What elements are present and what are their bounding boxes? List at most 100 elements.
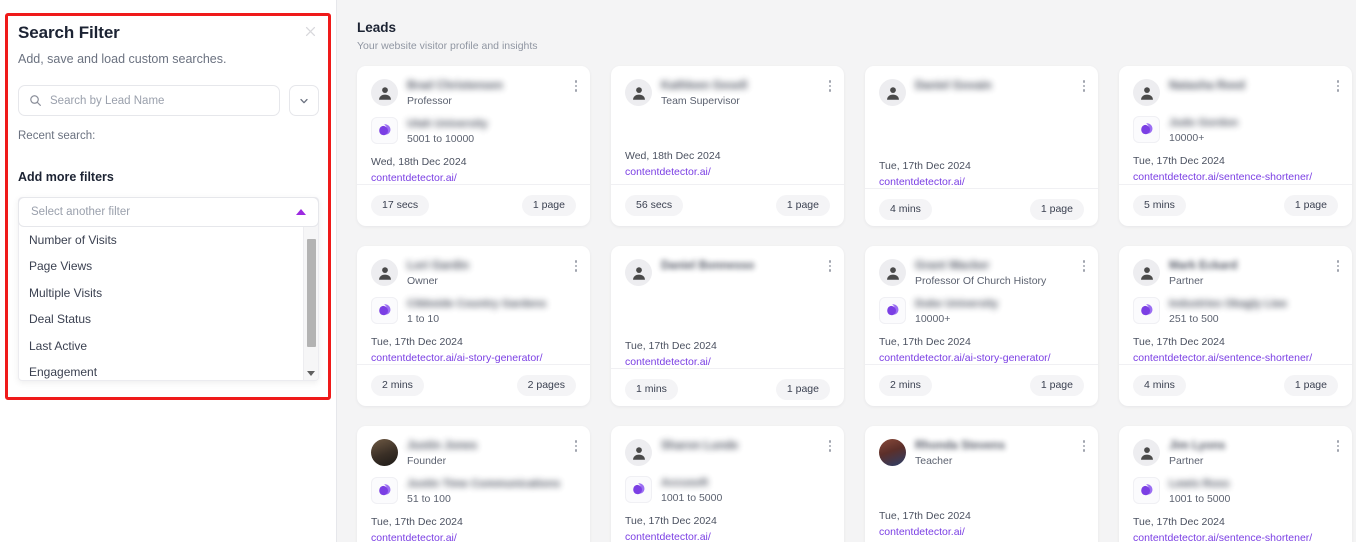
visited-url-link[interactable]: contentdetector.ai/	[625, 531, 830, 542]
visit-date: Tue, 17th Dec 2024	[371, 336, 463, 348]
avatar	[371, 79, 398, 106]
card-meta: Tue, 17th Dec 2024 contentdetector.ai/sen…	[1133, 155, 1338, 183]
company-logo-icon	[625, 476, 652, 503]
lead-card[interactable]: Rhonda Stevens Teacher Tue, 17th Dec 2024 c…	[865, 426, 1098, 542]
visit-date: Tue, 17th Dec 2024	[625, 515, 717, 527]
lead-name: Justin Jones	[407, 440, 478, 452]
person-row: Rhonda Stevens Teacher	[879, 439, 1084, 467]
triangle-up-icon	[296, 209, 306, 215]
company-row: Justin Time Communications 51 to 100	[371, 477, 576, 505]
person-row: Grant Wacker Professor Of Church History	[879, 259, 1084, 287]
lead-name: Daniel Bonnesso	[661, 260, 755, 272]
filter-option[interactable]: Multiple Visits	[19, 280, 303, 307]
page-title: Leads	[357, 20, 397, 35]
scrollbar-thumb[interactable]	[306, 239, 316, 347]
person-text: Mark Eckard Partner	[1169, 259, 1338, 287]
avatar	[1133, 259, 1160, 286]
search-box[interactable]	[18, 85, 280, 116]
lead-name: Natasha Reed	[1169, 80, 1246, 92]
lead-card[interactable]: Sharon Lunde Accusoft 1001 to 5000 Tue, 17t…	[611, 426, 844, 542]
card-footer: 2 mins 2 pages	[357, 364, 590, 406]
lead-card[interactable]: Grant Wacker Professor Of Church History D…	[865, 246, 1098, 406]
company-row: Industries Okagly Ltee 251 to 500	[1133, 297, 1338, 325]
company-spacer-2	[879, 483, 1084, 499]
company-name: Accusoft	[661, 477, 709, 489]
company-size: 251 to 500	[1169, 313, 1219, 325]
lead-card[interactable]: Mark Eckard Partner Industries Okagly Ltee…	[1119, 246, 1352, 406]
lead-card[interactable]: Brad Christensen Professor Utah University…	[357, 66, 590, 226]
company-size: 5001 to 10000	[407, 133, 475, 145]
duration-badge: 2 mins	[371, 375, 424, 396]
visited-url-link[interactable]: contentdetector.ai/	[879, 526, 1084, 538]
company-size: 1001 to 5000	[661, 492, 723, 504]
person-text: Natasha Reed	[1169, 79, 1338, 92]
card-footer: 4 mins 1 page	[865, 188, 1098, 226]
pages-badge: 1 page	[775, 195, 830, 216]
select-another-filter[interactable]: Select another filter	[18, 197, 319, 227]
company-row: Judo Gordon 10000+	[1133, 116, 1338, 144]
filter-option[interactable]: Number of Visits	[19, 227, 303, 254]
company-row: Lewis Ross 1001 to 5000	[1133, 477, 1338, 505]
company-name: Industries Okagly Ltee	[1169, 298, 1287, 310]
lead-card[interactable]: Kathleen Gesell Team Supervisor Wed, 18th …	[611, 66, 844, 226]
search-dropdown-toggle[interactable]	[289, 85, 319, 116]
visited-url-link[interactable]: contentdetector.ai/ai-story-generator/	[371, 352, 576, 364]
filter-option[interactable]: Engagement	[19, 359, 303, 380]
visited-url-link[interactable]: contentdetector.ai/	[371, 532, 576, 542]
company-spacer	[625, 107, 830, 123]
visit-date: Wed, 18th Dec 2024	[371, 156, 467, 168]
search-row	[18, 85, 319, 116]
recent-search-label: Recent search:	[18, 130, 96, 142]
visited-url-link[interactable]: contentdetector.ai/	[625, 356, 830, 368]
lead-name: Brad Christensen	[407, 80, 503, 92]
person-row: Daniel Govain	[879, 79, 1084, 106]
visited-url-link[interactable]: contentdetector.ai/sentence-shortener/	[1133, 352, 1338, 364]
lead-card[interactable]: Justin Jones Founder Justin Time Communica…	[357, 426, 590, 542]
company-name: Lewis Ross	[1169, 478, 1230, 490]
card-footer: 1 mins 1 page	[611, 368, 844, 406]
avatar	[1133, 79, 1160, 106]
lead-card[interactable]: Lori Gardin Owner Cibbside Country Gardens…	[357, 246, 590, 406]
lead-job-title: Founder	[407, 455, 447, 467]
duration-badge: 4 mins	[879, 199, 932, 220]
visit-date: Tue, 17th Dec 2024	[1133, 155, 1225, 167]
card-meta: Wed, 18th Dec 2024 contentdetector.ai/	[625, 150, 830, 178]
duration-badge: 2 mins	[879, 375, 932, 396]
lead-card-body: Kathleen Gesell Team Supervisor Wed, 18th …	[611, 66, 844, 184]
lead-name: Sharon Lunde	[661, 440, 739, 452]
card-meta: Tue, 17th Dec 2024 contentdetector.ai/	[625, 340, 830, 368]
search-input[interactable]	[50, 94, 269, 107]
lead-name: Kathleen Gesell	[661, 80, 748, 92]
lead-card[interactable]: Daniel Bonnesso Tue, 17th Dec 2024 content…	[611, 246, 844, 406]
filter-option[interactable]: Deal Status	[19, 306, 303, 333]
scroll-down-arrow-icon[interactable]	[307, 371, 315, 376]
visited-url-link[interactable]: contentdetector.ai/	[371, 172, 576, 184]
visit-date: Tue, 17th Dec 2024	[879, 160, 971, 172]
visited-url-link[interactable]: contentdetector.ai/	[625, 166, 830, 178]
visited-url-link[interactable]: contentdetector.ai/ai-story-generator/	[879, 352, 1084, 364]
person-row: Justin Jones Founder	[371, 439, 576, 467]
filter-option[interactable]: Last Active	[19, 333, 303, 360]
lead-name: Lori Gardin	[407, 260, 469, 272]
avatar	[625, 439, 652, 466]
lead-card[interactable]: Jim Lyons Partner Lewis Ross 1001 to 5000 Tu…	[1119, 426, 1352, 542]
company-logo-icon	[1133, 297, 1160, 324]
visited-url-link[interactable]: contentdetector.ai/	[879, 176, 1084, 188]
card-meta: Tue, 17th Dec 2024 contentdetector.ai/	[371, 516, 576, 542]
close-icon[interactable]	[299, 20, 321, 42]
person-text: Rhonda Stevens Teacher	[915, 439, 1084, 467]
lead-name: Jim Lyons	[1169, 440, 1226, 452]
visited-url-link[interactable]: contentdetector.ai/sentence-shortener/	[1133, 171, 1338, 183]
app-root: Search Filter Add, save and load custom …	[0, 0, 1356, 542]
scrollbar-track[interactable]	[304, 211, 318, 367]
lead-card-body: Brad Christensen Professor Utah University…	[357, 66, 590, 184]
lead-card[interactable]: Natasha Reed Judo Gordon 10000+ Tue, 17th D…	[1119, 66, 1352, 226]
card-meta: Tue, 17th Dec 2024 contentdetector.ai/	[879, 160, 1084, 188]
visited-url-link[interactable]: contentdetector.ai/sentence-shortener/	[1133, 532, 1338, 542]
filter-option[interactable]: Page Views	[19, 253, 303, 280]
lead-card-body: Daniel Govain Tue, 17th Dec 2024 contentde…	[865, 66, 1098, 188]
lead-card[interactable]: Daniel Govain Tue, 17th Dec 2024 contentde…	[865, 66, 1098, 226]
company-row: Accusoft 1001 to 5000	[625, 476, 830, 504]
lead-job-title: Professor	[407, 95, 452, 107]
visit-date: Tue, 17th Dec 2024	[371, 516, 463, 528]
